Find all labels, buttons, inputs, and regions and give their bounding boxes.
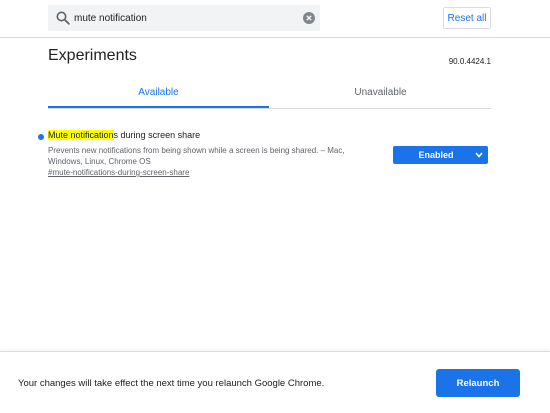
chevron-down-icon <box>475 152 483 158</box>
experiment-description: Prevents new notifications from being sh… <box>48 146 345 166</box>
clear-search-icon[interactable] <box>303 12 315 24</box>
select-value: Enabled <box>418 150 454 160</box>
experiment-permalink[interactable]: #mute-notifications-during-screen-share <box>48 168 189 177</box>
tab-available[interactable]: Available <box>48 82 269 108</box>
search-box[interactable] <box>48 5 320 31</box>
experiment-title: Mute notifications during screen share <box>48 130 200 140</box>
page-title: Experiments <box>48 47 137 64</box>
relaunch-message: Your changes will take effect the next t… <box>18 378 325 389</box>
reset-all-button[interactable]: Reset all <box>443 7 491 29</box>
tab-unavailable[interactable]: Unavailable <box>270 82 491 107</box>
experiment-state-select[interactable]: Enabled <box>393 146 488 164</box>
relaunch-footer: Your changes will take effect the next t… <box>0 351 550 413</box>
top-bar: Reset all <box>0 0 550 38</box>
relaunch-button[interactable]: Relaunch <box>436 369 520 397</box>
enabled-dot-icon <box>38 134 44 140</box>
search-highlight: Mute notification <box>48 130 114 140</box>
search-icon <box>56 11 70 25</box>
experiment-title-rest: s during screen share <box>113 130 201 140</box>
tab-bar: Available Unavailable <box>48 82 491 109</box>
version-label: 90.0.4424.1 <box>448 57 491 66</box>
search-input[interactable] <box>74 9 294 27</box>
